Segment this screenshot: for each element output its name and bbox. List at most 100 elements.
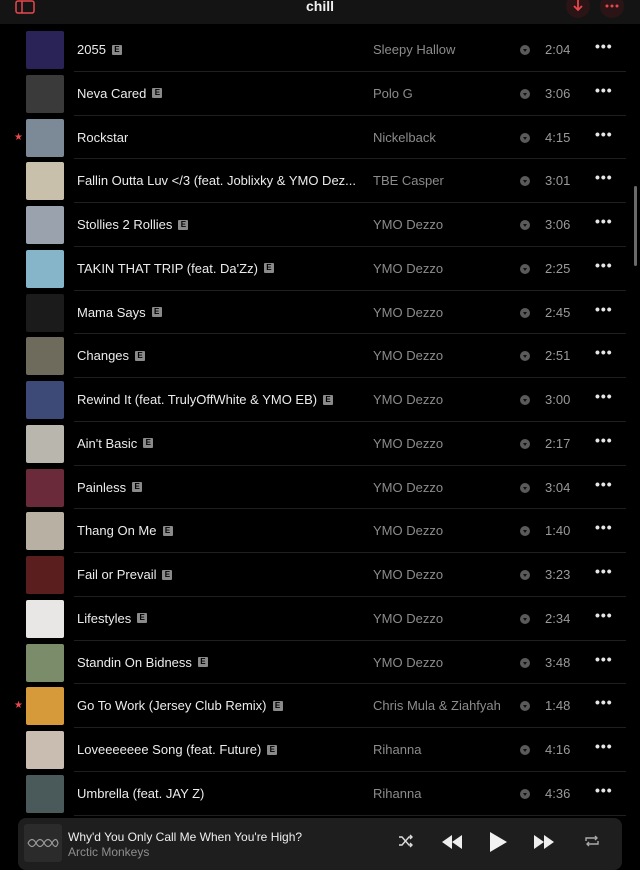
track-duration: 3:00	[545, 392, 571, 407]
track-title: Rewind It (feat. TrulyOffWhite & YMO EB)…	[77, 392, 334, 407]
track-duration: 4:16	[545, 742, 571, 757]
repeat-button[interactable]	[584, 834, 600, 848]
download-button[interactable]	[566, 0, 590, 18]
track-duration: 2:34	[545, 610, 571, 626]
track-more-icon[interactable]: •••	[595, 82, 613, 98]
track-title: Umbrella (feat. JAY Z)	[77, 785, 205, 801]
track-artist: YMO Dezzo	[373, 610, 444, 626]
track-title: 2055 E	[77, 42, 122, 57]
track-title: TAKIN THAT TRIP (feat. Da'Zz) E	[77, 261, 274, 276]
track-row[interactable]: Rewind It (feat. TrulyOffWhite & YMO EB)…	[0, 378, 640, 422]
track-title: Painless E	[77, 480, 143, 495]
track-duration: 3:01	[545, 173, 571, 189]
track-title: Go To Work (Jersey Club Remix) E	[77, 698, 283, 713]
track-row[interactable]: ★ Rockstar Nickelback 4:15 •••	[0, 116, 640, 160]
track-title: Rockstar	[77, 129, 129, 145]
track-row[interactable]: Neva Cared E Polo G 3:06 •••	[0, 72, 640, 116]
track-duration: 1:48	[545, 698, 571, 714]
album-artwork	[26, 731, 64, 769]
scrollbar[interactable]	[634, 186, 637, 266]
track-more-icon[interactable]: •••	[595, 738, 613, 754]
shuffle-icon	[399, 834, 413, 848]
play-button[interactable]	[488, 831, 508, 853]
track-more-icon[interactable]: •••	[595, 169, 613, 185]
track-artist: YMO Dezzo	[373, 260, 444, 276]
album-artwork	[26, 424, 64, 463]
track-more-icon[interactable]: •••	[595, 563, 613, 579]
track-row[interactable]: Mama Says E YMO Dezzo 2:45 •••	[0, 291, 640, 335]
downloaded-icon	[520, 395, 530, 405]
track-duration: 3:04	[545, 479, 571, 495]
track-artist: YMO Dezzo	[373, 348, 444, 364]
track-more-icon[interactable]: •••	[595, 301, 613, 317]
track-row[interactable]: Thang On Me E YMO Dezzo 1:40 •••	[0, 509, 640, 553]
explicit-icon: E	[151, 307, 162, 317]
explicit-icon: E	[143, 438, 154, 449]
track-more-icon[interactable]: •••	[595, 694, 613, 710]
track-artist: YMO Dezzo	[373, 654, 444, 670]
downloaded-icon	[520, 657, 530, 668]
track-artist: YMO Dezzo	[373, 392, 444, 407]
play-icon	[490, 832, 507, 852]
explicit-icon: E	[162, 525, 173, 536]
previous-button[interactable]	[440, 834, 464, 850]
track-more-icon[interactable]: •••	[595, 38, 613, 54]
album-artwork	[26, 381, 64, 419]
downloaded-icon	[520, 613, 530, 624]
track-title: Changes E	[77, 348, 146, 363]
track-duration: 4:15	[545, 129, 571, 145]
track-title: Standin On Bidness E	[77, 655, 208, 670]
downloaded-icon	[520, 482, 530, 493]
next-icon	[534, 835, 554, 849]
album-artwork	[26, 468, 64, 507]
track-row[interactable]: Fallin Outta Luv </3 (feat. Joblixky & Y…	[0, 159, 640, 203]
track-more-icon[interactable]: •••	[595, 213, 613, 229]
track-artist: YMO Dezzo	[373, 567, 444, 582]
repeat-icon	[585, 835, 599, 847]
next-button[interactable]	[532, 834, 556, 850]
track-row[interactable]: Standin On Bidness E YMO Dezzo 3:48 •••	[0, 641, 640, 685]
album-artwork	[26, 162, 64, 201]
track-row[interactable]: 2055 E Sleepy Hallow 2:04 •••	[0, 28, 640, 72]
track-more-icon[interactable]: •••	[595, 782, 613, 798]
album-artwork	[26, 556, 64, 594]
track-title: Fallin Outta Luv </3 (feat. Joblixky & Y…	[77, 173, 357, 189]
more-options-button[interactable]	[600, 0, 624, 18]
track-row[interactable]: Changes E YMO Dezzo 2:51 •••	[0, 334, 640, 378]
explicit-icon: E	[132, 482, 143, 492]
track-row[interactable]: Ain't Basic E YMO Dezzo 2:17 •••	[0, 422, 640, 466]
track-more-icon[interactable]: •••	[595, 519, 613, 535]
favorite-star-icon: ★	[14, 700, 23, 712]
downloaded-icon	[520, 220, 530, 230]
downloaded-icon	[520, 788, 530, 799]
explicit-icon: E	[323, 394, 334, 405]
track-more-icon[interactable]: •••	[595, 432, 613, 448]
track-row[interactable]: TAKIN THAT TRIP (feat. Da'Zz) E YMO Dezzo 2…	[0, 247, 640, 291]
track-row[interactable]: Umbrella (feat. JAY Z) Rihanna 4:36 •••	[0, 772, 640, 816]
track-more-icon[interactable]: •••	[595, 257, 613, 273]
track-row[interactable]: Lifestyles E YMO Dezzo 2:34 •••	[0, 597, 640, 641]
track-more-icon[interactable]: •••	[595, 126, 613, 142]
track-more-icon[interactable]: •••	[595, 388, 613, 404]
album-artwork	[26, 643, 64, 682]
album-artwork	[26, 206, 64, 244]
track-more-icon[interactable]: •••	[595, 607, 613, 623]
mini-player[interactable]: Why'd You Only Call Me When You're High?…	[18, 818, 622, 870]
download-icon	[573, 0, 583, 12]
track-title: Fail or Prevail E	[77, 567, 173, 582]
downloaded-icon	[520, 45, 530, 55]
album-artwork	[26, 31, 64, 69]
track-more-icon[interactable]: •••	[595, 651, 613, 667]
track-more-icon[interactable]: •••	[595, 344, 613, 360]
track-more-icon[interactable]: •••	[595, 476, 613, 492]
album-artwork	[26, 337, 64, 376]
track-row[interactable]: Loveeeeeee Song (feat. Future) E Rihanna 4:…	[0, 728, 640, 772]
track-artist: Nickelback	[373, 129, 436, 145]
album-artwork	[26, 774, 64, 813]
track-row[interactable]: ★ Go To Work (Jersey Club Remix) E Chris Mu…	[0, 684, 640, 728]
downloaded-icon	[520, 701, 530, 712]
track-row[interactable]: Painless E YMO Dezzo 3:04 •••	[0, 466, 640, 510]
track-row[interactable]: Fail or Prevail E YMO Dezzo 3:23 •••	[0, 553, 640, 597]
shuffle-button[interactable]	[398, 834, 414, 848]
track-row[interactable]: Stollies 2 Rollies E YMO Dezzo 3:06 •••	[0, 203, 640, 247]
